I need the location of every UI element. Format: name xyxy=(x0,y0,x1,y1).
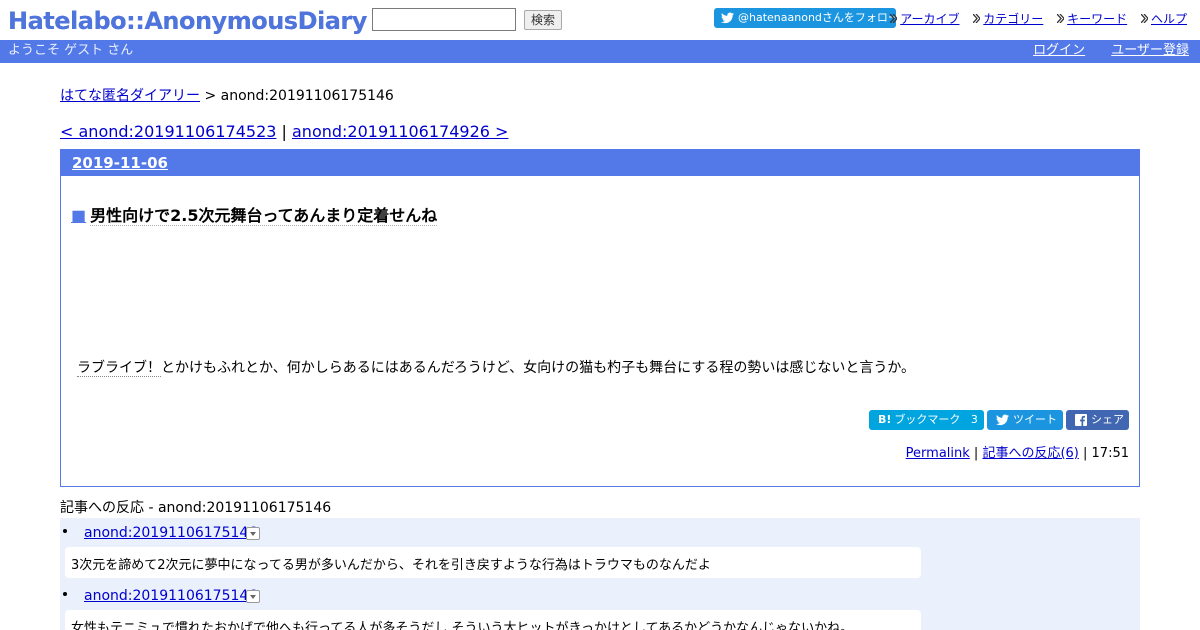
tweet-label: ツイート xyxy=(1013,413,1057,426)
user-bar: ようこそ ゲスト さん ログイン ユーザー登録 xyxy=(0,40,1200,63)
entry-body-text: とかけもふれとか、何かしらあるにはあるんだろうけど、女向けの猫も杓子も舞台にする… xyxy=(161,360,916,376)
breadcrumb: はてな匿名ダイアリー > anond:20191106175146 xyxy=(60,85,394,105)
twitter-bird-icon xyxy=(996,414,1009,426)
twitter-bird-icon xyxy=(721,12,734,24)
search-input[interactable] xyxy=(372,8,516,31)
breadcrumb-current: anond:20191106175146 xyxy=(220,88,394,104)
top-header: Hatelabo::AnonymousDiary 検索 @hatenaanond… xyxy=(0,0,1200,40)
permalink-link[interactable]: Permalink xyxy=(906,446,970,461)
prev-entry-link[interactable]: < anond:20191106174523 xyxy=(60,122,276,141)
login-link[interactable]: ログイン xyxy=(1033,43,1085,58)
share-label: シェア xyxy=(1091,413,1124,426)
twitter-follow-button[interactable]: @hatenaanondさんをフォロー xyxy=(714,8,899,28)
register-link[interactable]: ユーザー登録 xyxy=(1111,43,1189,58)
tweet-button[interactable]: ツイート xyxy=(987,410,1063,430)
help-link[interactable]: ヘルプ xyxy=(1140,12,1187,26)
pager-divider: | xyxy=(276,122,292,141)
reaction-item: anond:20191106175146 女性もテニミュで慣れたおかげで他へも行… xyxy=(60,581,1140,630)
reactions-heading: 記事への反応 - anond:20191106175146 xyxy=(60,497,1140,520)
entry-title: ■ 男性向けで2.5次元舞台ってあんまり定着せんね xyxy=(71,202,438,226)
keyword-link[interactable]: キーワード xyxy=(1057,12,1127,26)
dropdown-toggle-icon[interactable] xyxy=(246,527,260,540)
entry-section: 2019-11-06 ■ 男性向けで2.5次元舞台ってあんまり定着せんね ラブライ… xyxy=(60,149,1140,487)
follow-label: @hatenaanondさんをフォロー xyxy=(738,11,899,24)
keyword-link[interactable]: ラブライブ！ xyxy=(77,360,161,377)
section-date-header: 2019-11-06 xyxy=(61,150,1139,176)
bullet-icon xyxy=(63,592,67,596)
reactions-count-link[interactable]: 記事への反応(6) xyxy=(982,446,1078,461)
entry-body: ラブライブ！とかけもふれとか、何かしらあるにはあるんだろうけど、女向けの猫も杓子… xyxy=(77,357,915,377)
facebook-share-button[interactable]: シェア xyxy=(1066,410,1129,430)
entry-time: 17:51 xyxy=(1091,446,1129,461)
arrow-icon xyxy=(1057,14,1065,23)
reaction-link[interactable]: anond:20191106175146 xyxy=(84,588,257,604)
arrow-icon xyxy=(890,14,898,23)
hatena-b-icon: B! xyxy=(878,413,892,426)
archive-link[interactable]: アーカイブ xyxy=(890,12,959,26)
entry-square-link[interactable]: ■ xyxy=(71,206,86,225)
entry-pager: < anond:20191106174523 | anond:201911061… xyxy=(60,122,508,141)
next-entry-link[interactable]: anond:20191106174926 > xyxy=(292,122,508,141)
reactions-list: anond:20191106175146 3次元を諦めて2次元に夢中になってる男… xyxy=(60,518,1140,630)
reaction-link[interactable]: anond:20191106175146 xyxy=(84,525,257,541)
site-logo[interactable]: Hatelabo::AnonymousDiary xyxy=(8,5,367,37)
welcome-text: ようこそ ゲスト さん xyxy=(8,43,134,58)
arrow-icon xyxy=(1140,14,1148,23)
footer-sep: | xyxy=(1078,446,1092,461)
bookmark-label: ブックマーク xyxy=(894,413,961,426)
breadcrumb-separator: > xyxy=(200,88,221,104)
entry-title-text: 男性向けで2.5次元舞台ってあんまり定着せんね xyxy=(90,206,438,226)
breadcrumb-home-link[interactable]: はてな匿名ダイアリー xyxy=(60,88,200,104)
header-links: アーカイブ カテゴリー キーワード ヘルプ xyxy=(880,10,1187,27)
search-button[interactable]: 検索 xyxy=(524,10,562,30)
bullet-icon xyxy=(63,529,67,533)
arrow-icon xyxy=(973,14,981,23)
category-link[interactable]: カテゴリー xyxy=(973,12,1043,26)
reaction-item: anond:20191106175146 3次元を諦めて2次元に夢中になってる男… xyxy=(60,518,1140,581)
reaction-text: 3次元を諦めて2次元に夢中になってる男が多いんだから、それを引き戻すような行為は… xyxy=(65,547,921,578)
hatena-bookmark-button[interactable]: B! ブックマーク 3 xyxy=(869,410,984,430)
date-link[interactable]: 2019-11-06 xyxy=(72,154,168,172)
bookmark-count: 3 xyxy=(970,413,978,426)
share-buttons: B! ブックマーク 3 ツイート シェア xyxy=(866,410,1129,430)
user-links: ログイン ユーザー登録 xyxy=(1011,40,1189,62)
reaction-text: 女性もテニミュで慣れたおかげで他へも行ってる人が多そうだし そういう大ヒットがき… xyxy=(65,610,921,630)
facebook-icon xyxy=(1075,414,1087,426)
footer-sep: | xyxy=(969,446,983,461)
entry-footer: Permalink | 記事への反応(6) | 17:51 xyxy=(906,442,1129,461)
dropdown-toggle-icon[interactable] xyxy=(246,590,260,603)
